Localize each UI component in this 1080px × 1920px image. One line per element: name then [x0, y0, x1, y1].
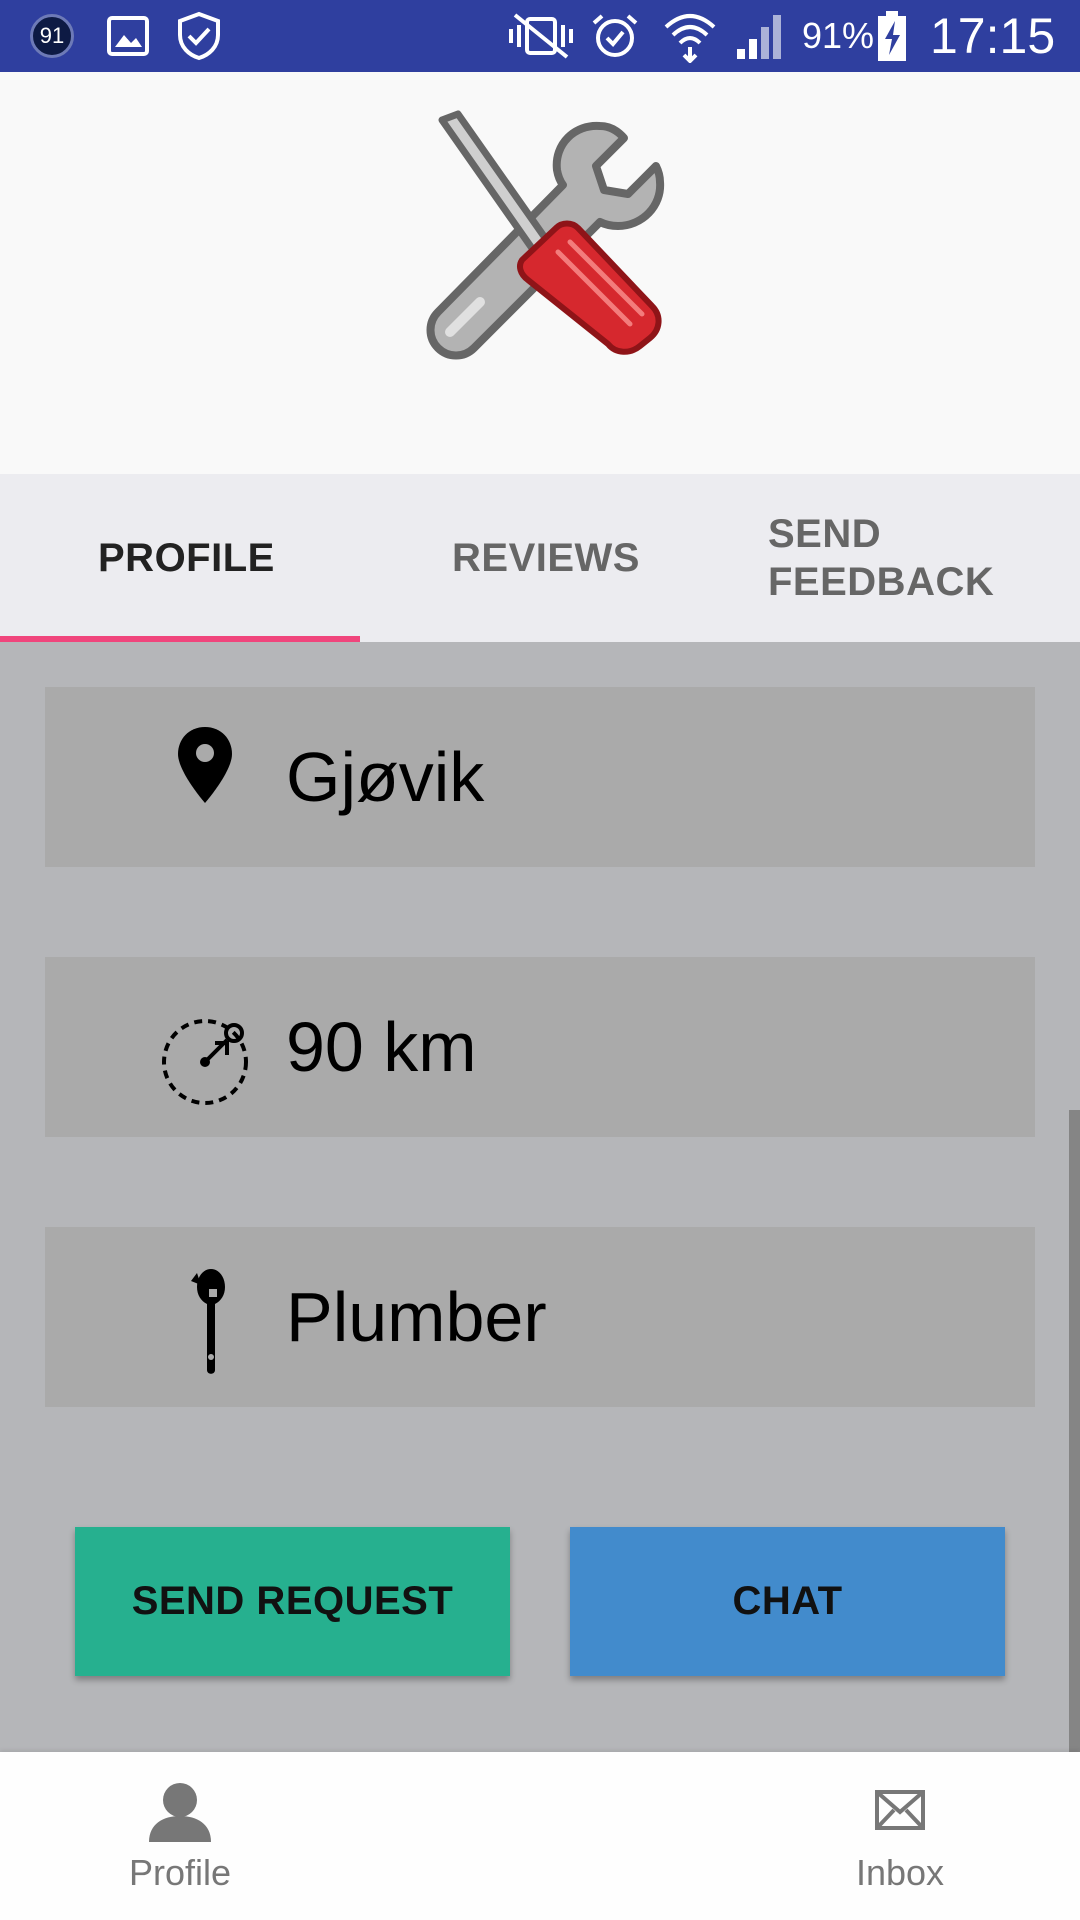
tab-reviews[interactable]: REVIEWS: [452, 474, 640, 642]
location-pin-icon: [145, 717, 265, 837]
nav-inbox[interactable]: Inbox: [800, 1752, 1000, 1920]
bottom-navigation: Profile Inbox: [0, 1752, 1080, 1920]
shield-check-icon: [176, 0, 222, 72]
scrollbar[interactable]: [1069, 1110, 1080, 1752]
tools-wrench-screwdriver-icon: [426, 110, 665, 360]
chat-button[interactable]: CHAT: [570, 1527, 1005, 1676]
envelope-icon: [875, 1790, 925, 1830]
active-tab-indicator: [0, 636, 360, 642]
signal-icon: [735, 0, 787, 72]
alarm-icon: [590, 0, 640, 72]
location-value: Gjøvik: [286, 738, 485, 816]
send-request-button[interactable]: SEND REQUEST: [75, 1527, 510, 1676]
gallery-icon: [106, 0, 150, 72]
wrench-icon: [145, 1257, 265, 1377]
profile-header: [0, 72, 1080, 474]
nav-inbox-label: Inbox: [855, 1852, 945, 1893]
status-bar: 91 91% 17:15: [0, 0, 1080, 72]
tab-send-feedback[interactable]: SEND FEEDBACK: [768, 474, 994, 642]
battery-percent: 91%: [802, 15, 875, 56]
nav-profile[interactable]: Profile: [80, 1752, 280, 1920]
nav-profile-label: Profile: [128, 1852, 232, 1893]
vibrate-mute-icon: [505, 0, 577, 72]
clock: 17:15: [930, 8, 1056, 64]
tab-bar: PROFILE REVIEWS SEND FEEDBACK: [0, 474, 1080, 642]
notification-badge: 91: [30, 14, 74, 58]
battery-charging-icon: [876, 0, 908, 72]
tab-profile[interactable]: PROFILE: [98, 474, 275, 642]
profession-value: Plumber: [286, 1278, 547, 1356]
person-icon: [149, 1783, 211, 1842]
notification-badge-icon: 91: [30, 0, 74, 72]
radius-card: 90 km: [45, 957, 1035, 1137]
profession-card: Plumber: [45, 1227, 1035, 1407]
location-card: Gjøvik: [45, 687, 1035, 867]
radius-icon: [145, 987, 265, 1107]
radius-value: 90 km: [286, 1008, 477, 1086]
wifi-icon: [662, 0, 718, 72]
